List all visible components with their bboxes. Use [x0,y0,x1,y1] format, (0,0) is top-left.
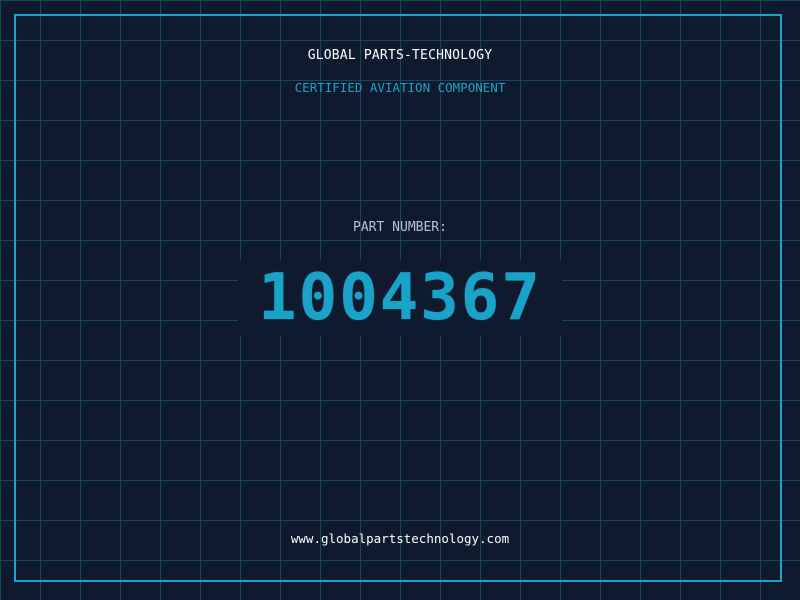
part-number-value: 1004367 [258,261,542,335]
part-number-panel: 1004367 [238,260,562,336]
part-number-label: PART NUMBER: [353,220,447,235]
certification-subtitle: CERTIFIED AVIATION COMPONENT [294,80,506,95]
website-url[interactable]: www.globalpartstechnology.com [0,531,800,546]
company-title: GLOBAL PARTS-TECHNOLOGY [307,48,493,63]
